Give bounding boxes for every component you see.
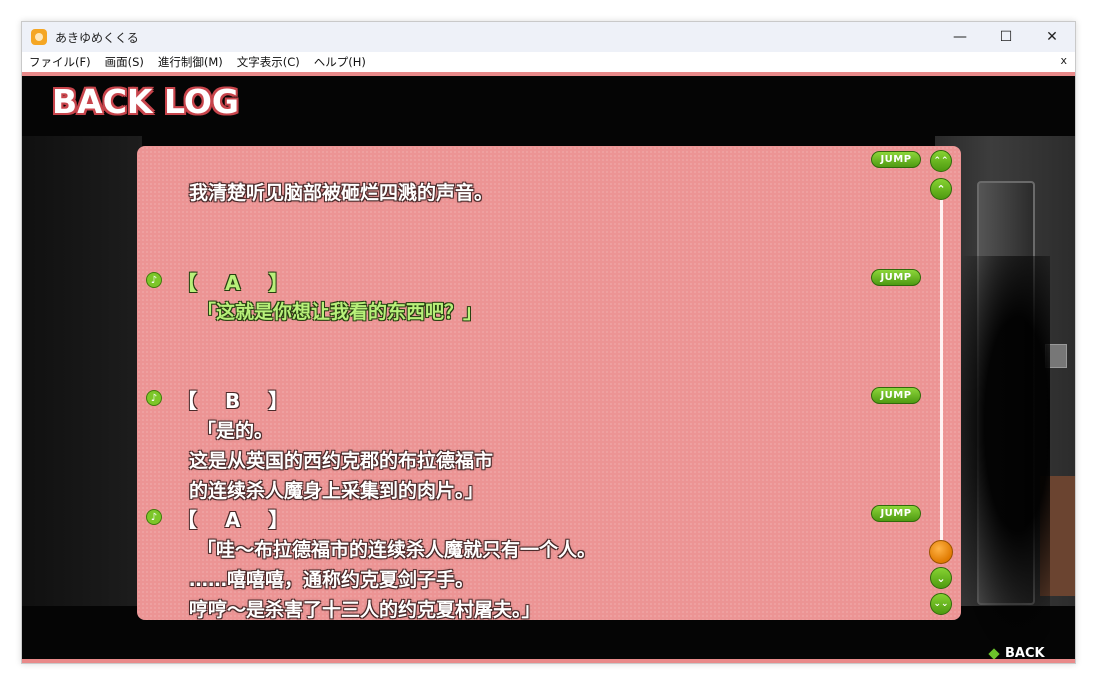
scroll-top-button[interactable]: ⌃⌃ bbox=[930, 150, 952, 172]
entry-line: 这是从英国的西约克郡的布拉德福市 bbox=[189, 450, 494, 472]
speaker-name: 【 A 】 bbox=[177, 271, 293, 295]
jump-button[interactable]: JUMP bbox=[871, 269, 921, 286]
scroll-thumb[interactable] bbox=[929, 540, 953, 564]
jump-button[interactable]: JUMP bbox=[871, 151, 921, 168]
entry-line: 「这就是你想让我看的东西吧？」 bbox=[197, 301, 483, 323]
menu-progress-control[interactable]: 進行制御(M) bbox=[151, 54, 230, 70]
scroll-up-button[interactable]: ⌃ bbox=[930, 178, 952, 200]
entry-line: 「哇～布拉德福市的连续杀人魔就只有一个人。 bbox=[197, 539, 597, 561]
entry-line: 我清楚听见脑部被砸烂四溅的声音。 bbox=[189, 182, 494, 204]
entry-line: 哼哼～是杀害了十三人的约克夏村屠夫。」 bbox=[189, 599, 541, 620]
entry-line: 「是的。 bbox=[197, 420, 274, 442]
scroll-track[interactable] bbox=[940, 196, 943, 552]
back-label: BACK bbox=[1005, 646, 1045, 659]
speaker-name: 【 B 】 bbox=[177, 389, 293, 413]
jump-button[interactable]: JUMP bbox=[871, 387, 921, 404]
diamond-icon bbox=[988, 647, 1000, 659]
voice-replay-icon[interactable]: ♪ bbox=[146, 272, 162, 288]
jump-button[interactable]: JUMP bbox=[871, 505, 921, 522]
bottom-divider bbox=[22, 659, 1075, 663]
maximize-button[interactable]: ☐ bbox=[983, 22, 1029, 52]
menu-screen[interactable]: 画面(S) bbox=[98, 54, 151, 70]
close-button[interactable]: ✕ bbox=[1029, 22, 1075, 52]
window-title: あきゆめくくる bbox=[55, 30, 139, 45]
speaker-name: 【 A 】 bbox=[177, 508, 293, 532]
backlog-title: BACK LOG bbox=[52, 82, 239, 121]
app-window: あきゆめくくる — ☐ ✕ ファイル(F) 画面(S) 進行制御(M) 文字表示… bbox=[21, 21, 1076, 664]
menu-help[interactable]: ヘルプ(H) bbox=[307, 54, 373, 70]
back-button[interactable]: BACK bbox=[988, 646, 1045, 659]
voice-replay-icon[interactable]: ♪ bbox=[146, 509, 162, 525]
voice-replay-icon[interactable]: ♪ bbox=[146, 390, 162, 406]
background-left bbox=[22, 136, 142, 606]
scroll-bottom-button[interactable]: ⌄⌄ bbox=[930, 593, 952, 615]
entry-line: ……嘻嘻嘻，通称约克夏剑子手。 bbox=[189, 569, 475, 591]
menu-file[interactable]: ファイル(F) bbox=[22, 54, 98, 70]
menu-close-button[interactable]: x bbox=[1060, 54, 1067, 67]
menu-bar: ファイル(F) 画面(S) 進行制御(M) 文字表示(C) ヘルプ(H) x bbox=[22, 52, 1075, 72]
app-icon bbox=[31, 29, 47, 45]
title-bar: あきゆめくくる — ☐ ✕ bbox=[22, 22, 1075, 52]
minimize-button[interactable]: — bbox=[937, 22, 983, 52]
menu-text-display[interactable]: 文字表示(C) bbox=[230, 54, 307, 70]
backlog-panel: JUMP 我清楚听见脑部被砸烂四溅的声音。 ♪ 【 A 】 JUMP 「这就是你… bbox=[137, 146, 961, 620]
game-screen: BACK LOG JUMP 我清楚听见脑部被砸烂四溅的声音。 ♪ 【 A 】 J… bbox=[22, 76, 1075, 659]
scroll-down-button[interactable]: ⌄ bbox=[930, 567, 952, 589]
entry-line: 的连续杀人魔身上采集到的肉片。」 bbox=[189, 480, 484, 502]
